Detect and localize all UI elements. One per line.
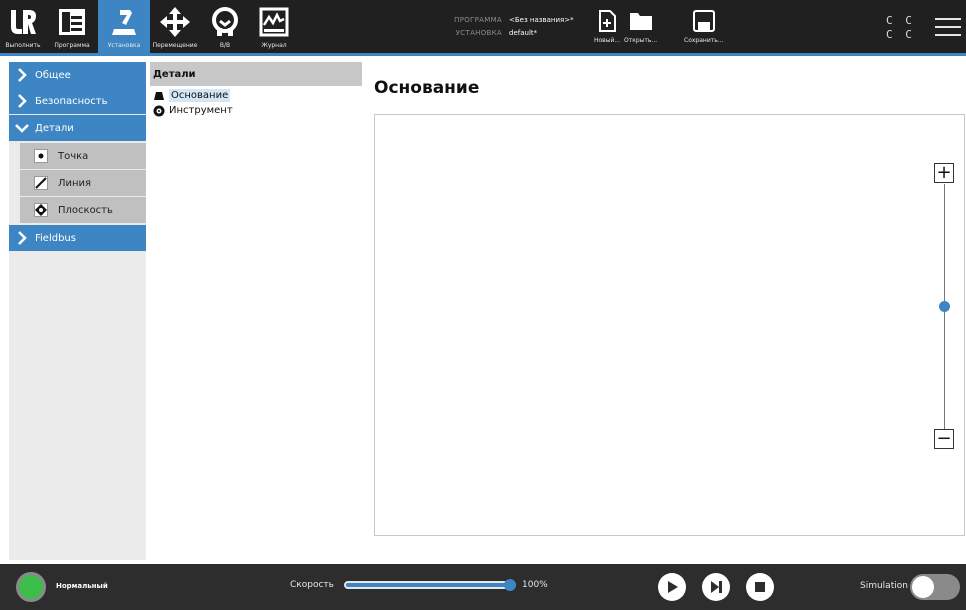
sidebar-item-general[interactable]: Общее	[9, 62, 146, 88]
tree-item-tool-label: Инструмент	[169, 105, 233, 116]
polyscope-window: Выполнить Программа Установка Перемещени…	[0, 0, 966, 610]
feature-detail-panel: Основание + −	[366, 62, 966, 560]
chevron-down-icon	[9, 123, 35, 133]
new-label: Новый...	[594, 37, 621, 44]
nav-log-button[interactable]: Журнал	[250, 0, 298, 56]
bottom-bar: Нормальный Скорость 100% Simulation	[0, 564, 966, 610]
nav-log-label: Журнал	[261, 42, 287, 49]
page-title: Основание	[374, 78, 480, 98]
save-button[interactable]: Сохранить...	[684, 10, 723, 44]
new-button[interactable]: Новый...	[594, 10, 620, 44]
program-info: ПРОГРАММА <Без названия>* УСТАНОВКА defaul…	[438, 14, 574, 40]
new-file-icon	[599, 10, 617, 32]
save-icon	[692, 10, 715, 32]
speed-slider[interactable]	[344, 581, 516, 589]
chevron-right-icon	[9, 231, 35, 245]
sidebar-item-plane[interactable]: Плоскость	[20, 197, 146, 223]
sidebar-item-features[interactable]: Детали	[9, 115, 146, 141]
log-icon	[256, 6, 292, 38]
sidebar-item-point-label: Точка	[58, 150, 89, 162]
features-tree: Детали Основание Инструмент	[150, 62, 362, 560]
sidebar-item-safety[interactable]: Безопасность	[9, 88, 146, 114]
simulation-toggle-knob	[912, 576, 934, 598]
step-icon	[711, 581, 722, 593]
sidebar-item-features-label: Детали	[35, 122, 74, 134]
program-key: ПРОГРАММА	[454, 16, 502, 24]
menu-hamburger-icon[interactable]	[935, 16, 961, 38]
3d-view[interactable]: + −	[374, 114, 965, 536]
stop-icon	[755, 582, 765, 592]
installation-sidebar: Общее Безопасность Детали Точка Линия Пл…	[9, 62, 146, 560]
sidebar-item-line[interactable]: Линия	[20, 170, 146, 196]
nav-program-button[interactable]: Программа	[46, 0, 98, 56]
nav-move-button[interactable]: Перемещение	[150, 0, 200, 56]
folder-icon	[629, 13, 652, 30]
nav-installation-button[interactable]: Установка	[98, 0, 150, 56]
sidebar-item-fieldbus[interactable]: Fieldbus	[9, 225, 146, 251]
sidebar-item-point[interactable]: Точка	[20, 143, 146, 169]
play-button[interactable]	[658, 573, 686, 601]
installation-name: default*	[509, 29, 538, 37]
sidebar-item-plane-label: Плоскость	[58, 204, 113, 216]
tree-header: Детали	[150, 62, 362, 86]
plane-icon	[34, 203, 48, 217]
cc-row-1: C C	[886, 14, 915, 27]
nav-run-button[interactable]: Выполнить	[0, 0, 46, 56]
point-icon	[34, 149, 48, 163]
sidebar-item-safety-label: Безопасность	[35, 95, 108, 107]
open-button[interactable]: Открыть...	[624, 10, 657, 44]
tree-item-base-label: Основание	[169, 89, 231, 102]
simulation-toggle[interactable]	[910, 574, 960, 600]
nav-move-label: Перемещение	[152, 42, 198, 49]
robot-status: Нормальный	[56, 582, 108, 590]
open-label: Открыть...	[624, 37, 658, 44]
move-icon	[157, 6, 193, 38]
zoom-slider-thumb[interactable]	[939, 301, 950, 312]
zoom-out-button[interactable]: −	[934, 429, 954, 449]
play-icon	[668, 581, 678, 593]
zoom-in-button[interactable]: +	[934, 163, 954, 183]
speed-slider-thumb[interactable]	[504, 579, 516, 591]
ur-logo-icon	[5, 6, 41, 38]
save-label: Сохранить...	[684, 37, 724, 44]
nav-io-button[interactable]: В/В	[200, 0, 250, 56]
speed-slider-fill	[346, 583, 514, 587]
status-cc: C C C C	[886, 14, 915, 42]
step-button[interactable]	[702, 573, 730, 601]
sidebar-item-fieldbus-label: Fieldbus	[35, 232, 76, 244]
tool-icon	[153, 105, 165, 117]
nav-installation-label: Установка	[107, 42, 141, 49]
nav-run-label: Выполнить	[5, 42, 41, 49]
installation-icon	[106, 6, 142, 38]
sidebar-item-line-label: Линия	[58, 177, 92, 189]
cc-row-2: C C	[886, 28, 915, 41]
chevron-right-icon	[9, 94, 35, 108]
top-bar: Выполнить Программа Установка Перемещени…	[0, 0, 966, 56]
program-icon	[54, 6, 90, 38]
speed-value: 100%	[522, 580, 548, 590]
status-indicator-icon[interactable]	[16, 572, 46, 602]
speed-label: Скорость	[290, 580, 334, 590]
installation-key: УСТАНОВКА	[455, 29, 502, 37]
tree-item-tool[interactable]: Инструмент	[150, 101, 362, 120]
chevron-right-icon	[9, 68, 35, 82]
io-icon	[207, 6, 243, 38]
program-name: <Без названия>*	[509, 16, 574, 24]
stop-button[interactable]	[746, 573, 774, 601]
sidebar-item-general-label: Общее	[35, 69, 71, 81]
simulation-label: Simulation	[860, 581, 908, 591]
nav-program-label: Программа	[54, 42, 90, 49]
nav-io-label: В/В	[219, 42, 231, 49]
base-icon	[153, 90, 165, 102]
line-icon	[34, 176, 48, 190]
